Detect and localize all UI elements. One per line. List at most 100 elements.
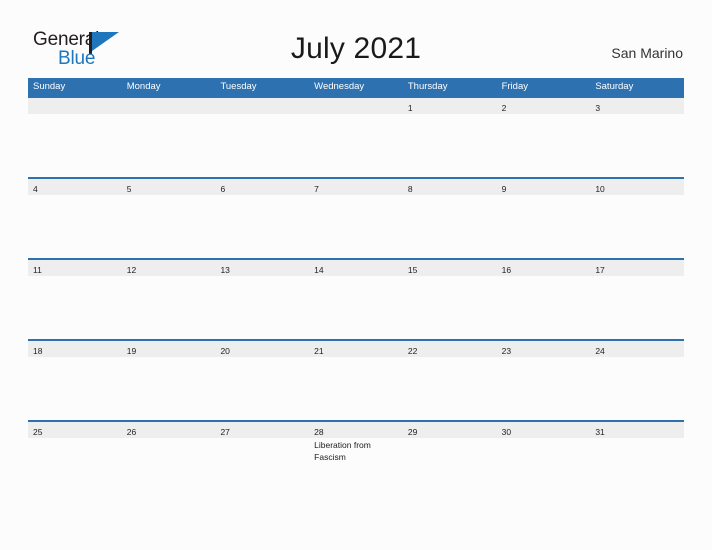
- day-number: 14: [314, 265, 324, 275]
- day-cell[interactable]: 27: [215, 422, 310, 501]
- day-number-band: 3: [590, 98, 685, 114]
- day-number-band: 28: [309, 422, 403, 438]
- day-cell[interactable]: [215, 98, 310, 177]
- day-cell[interactable]: 11: [28, 260, 122, 339]
- day-cell[interactable]: 26: [121, 422, 216, 501]
- day-number-band: 1: [402, 98, 497, 114]
- day-number-band: 29: [402, 422, 497, 438]
- day-number-band: 24: [590, 341, 685, 357]
- weekday-header-monday: Monday: [126, 81, 161, 92]
- page-header: General Blue July 2021 San Marino: [0, 0, 712, 78]
- day-number-band: 7: [309, 179, 403, 195]
- day-number: 1: [407, 103, 413, 113]
- day-cell[interactable]: 25: [28, 422, 122, 501]
- day-cell[interactable]: 10: [590, 179, 685, 258]
- day-number: 15: [407, 265, 418, 275]
- day-number: 9: [501, 184, 507, 194]
- day-number: 5: [126, 184, 132, 194]
- day-number: 22: [407, 346, 418, 356]
- day-number-band: 17: [590, 260, 685, 276]
- day-number-band: 20: [215, 341, 310, 357]
- day-number: 2: [501, 103, 507, 113]
- weekday-header-friday: Friday: [501, 81, 528, 92]
- day-cell[interactable]: 28 Liberation from Fascism: [309, 422, 403, 501]
- day-number: 30: [501, 427, 512, 437]
- weekday-header-sunday: Sunday: [33, 81, 66, 92]
- day-number-band: 23: [496, 341, 591, 357]
- day-cell[interactable]: 30: [496, 422, 591, 501]
- day-cell[interactable]: 13: [215, 260, 310, 339]
- day-number-band: 15: [402, 260, 497, 276]
- day-number-band: 19: [121, 341, 216, 357]
- day-number: 4: [33, 184, 38, 194]
- day-number: 24: [595, 346, 605, 356]
- calendar-week-row: 18 19 20 21 22 23 24: [28, 339, 685, 420]
- calendar-week-rows: 1 2 3 4 5 6 7 8 9 10 11 12 13 14 15 16 17 18 19 20 21 22 23 24 2…: [28, 96, 685, 501]
- region-label: San Marino: [611, 45, 683, 61]
- weekday-header-thursday: Thursday: [407, 81, 448, 92]
- day-number-band: 31: [590, 422, 685, 438]
- day-cell[interactable]: [28, 98, 122, 177]
- day-number: 28: [314, 427, 324, 437]
- calendar-page: General Blue July 2021 San Marino Sunday…: [0, 0, 712, 550]
- day-number-band: 16: [496, 260, 591, 276]
- day-cell[interactable]: [121, 98, 216, 177]
- day-number: 23: [501, 346, 512, 356]
- day-cell[interactable]: 8: [402, 179, 497, 258]
- day-number-band: 25: [28, 422, 122, 438]
- week-cells: 11 12 13 14 15 16 17: [28, 260, 685, 339]
- day-number-band: [215, 98, 310, 114]
- day-number-band: 18: [28, 341, 122, 357]
- page-title: July 2021: [290, 32, 422, 65]
- week-cells: 1 2 3: [28, 98, 685, 177]
- week-cells: 4 5 6 7 8 9 10: [28, 179, 685, 258]
- day-cell[interactable]: 23: [496, 341, 591, 420]
- day-number: 17: [595, 265, 605, 275]
- day-number: 19: [126, 346, 137, 356]
- day-cell[interactable]: 22: [402, 341, 497, 420]
- day-number: 27: [220, 427, 230, 437]
- holiday-event: Liberation from Fascism: [314, 440, 371, 462]
- day-cell[interactable]: 14: [309, 260, 403, 339]
- day-events: Liberation from Fascism: [309, 438, 403, 463]
- day-number-band: 22: [402, 341, 497, 357]
- day-number: 10: [595, 184, 605, 194]
- day-cell[interactable]: 19: [121, 341, 216, 420]
- day-cell[interactable]: 1: [402, 98, 497, 177]
- day-number: 20: [220, 346, 230, 356]
- day-number: 8: [407, 184, 413, 194]
- calendar-week-row: 11 12 13 14 15 16 17: [28, 258, 685, 339]
- day-cell[interactable]: 7: [309, 179, 403, 258]
- day-cell[interactable]: 12: [121, 260, 216, 339]
- day-cell[interactable]: [309, 98, 403, 177]
- day-cell[interactable]: 31: [590, 422, 685, 501]
- week-cells: 25 26 27 28 Liberation from Fascism 29 30 31: [28, 422, 685, 501]
- day-number-band: 8: [402, 179, 497, 195]
- day-cell[interactable]: 20: [215, 341, 310, 420]
- day-cell[interactable]: 9: [496, 179, 591, 258]
- day-cell[interactable]: 5: [121, 179, 216, 258]
- day-cell[interactable]: 24: [590, 341, 685, 420]
- weekday-header-wednesday: Wednesday: [314, 81, 365, 92]
- day-cell[interactable]: 16: [496, 260, 591, 339]
- day-number-band: 14: [309, 260, 403, 276]
- day-cell[interactable]: 3: [590, 98, 685, 177]
- day-number-band: 26: [121, 422, 216, 438]
- day-number-band: 6: [215, 179, 310, 195]
- day-cell[interactable]: 21: [309, 341, 403, 420]
- day-cell[interactable]: 15: [402, 260, 497, 339]
- day-number-band: 11: [28, 260, 122, 276]
- day-cell[interactable]: 29: [402, 422, 497, 501]
- weekday-header-saturday: Saturday: [595, 81, 634, 92]
- day-cell[interactable]: 2: [496, 98, 591, 177]
- day-number-band: 13: [215, 260, 310, 276]
- day-number-band: 10: [590, 179, 685, 195]
- day-cell[interactable]: 17: [590, 260, 685, 339]
- week-cells: 18 19 20 21 22 23 24: [28, 341, 685, 420]
- day-cell[interactable]: 4: [28, 179, 122, 258]
- day-cell[interactable]: 18: [28, 341, 122, 420]
- day-number-band: 27: [215, 422, 310, 438]
- calendar-week-row: 25 26 27 28 Liberation from Fascism 29 30 31: [28, 420, 685, 501]
- day-cell[interactable]: 6: [215, 179, 310, 258]
- day-number: 6: [220, 184, 226, 194]
